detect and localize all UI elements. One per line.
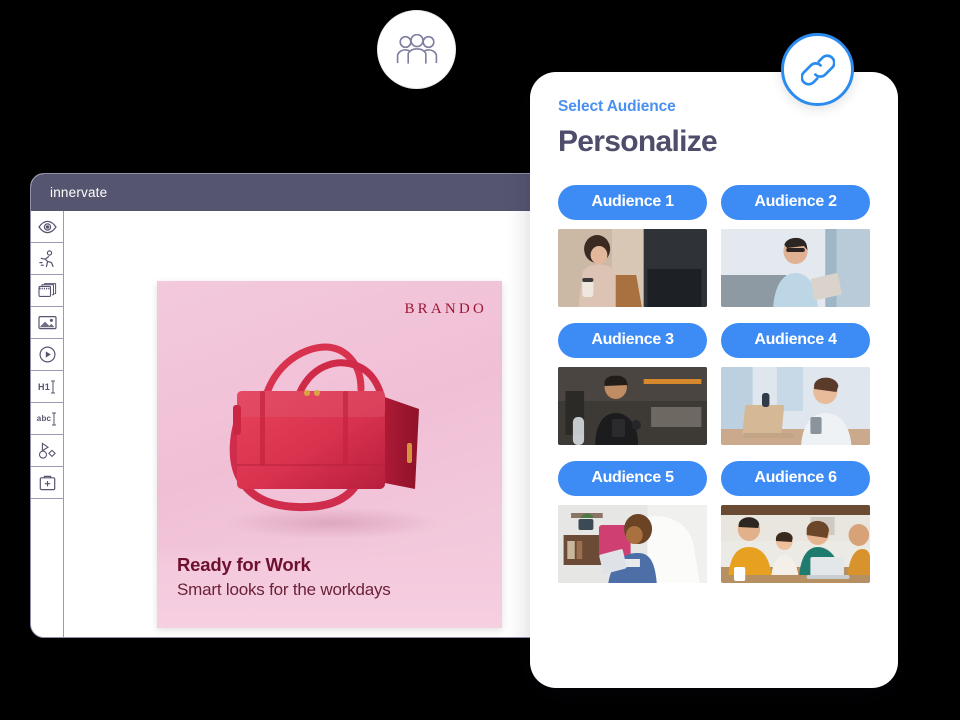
audience-cell: Audience 3 [558, 323, 707, 445]
audience-3-thumbnail[interactable] [558, 367, 707, 445]
audience-1-button[interactable]: Audience 1 [558, 185, 707, 220]
audience-2-button[interactable]: Audience 2 [721, 185, 870, 220]
add-element-icon[interactable] [31, 467, 63, 499]
editor-titlebar: innervate [31, 174, 589, 211]
screen: innervate H1 abc BRANDO Ready for Work S… [0, 0, 960, 720]
video-play-icon[interactable] [31, 339, 63, 371]
body-text-icon[interactable]: abc [31, 403, 63, 435]
preview-eye-icon[interactable] [31, 211, 63, 243]
slides-icon[interactable] [31, 275, 63, 307]
audience-6-thumbnail[interactable] [721, 505, 870, 583]
audience-4-button[interactable]: Audience 4 [721, 323, 870, 358]
audience-1-thumbnail[interactable] [558, 229, 707, 307]
creative-caption: Ready for Work Smart looks for the workd… [157, 545, 502, 628]
body-text-label: abc [36, 414, 52, 423]
ad-creative[interactable]: BRANDO Ready for Work Smart looks for th… [157, 281, 502, 628]
creative-headline: Ready for Work [177, 554, 311, 575]
brand-logo: BRANDO [404, 301, 487, 317]
audience-5-thumbnail[interactable] [558, 505, 707, 583]
panel-title: Personalize [558, 125, 718, 158]
heading-text-icon[interactable]: H1 [31, 371, 63, 403]
image-icon[interactable] [31, 307, 63, 339]
audience-cell: Audience 2 [721, 185, 870, 307]
app-title: innervate [50, 185, 108, 200]
product-image [157, 323, 502, 548]
editor-body: H1 abc BRANDO Ready for Work Smart looks… [31, 211, 589, 637]
creative-subhead: Smart looks for the workdays [177, 580, 391, 599]
shapes-icon[interactable] [31, 435, 63, 467]
heading-text-label: H1 [38, 381, 50, 392]
audience-cell: Audience 6 [721, 461, 870, 583]
editor-window: innervate H1 abc BRANDO Ready for Work S… [30, 173, 590, 638]
audience-5-button[interactable]: Audience 5 [558, 461, 707, 496]
animation-runner-icon[interactable] [31, 243, 63, 275]
audience-cell: Audience 1 [558, 185, 707, 307]
audience-grid: Audience 1 Audience 2 Audience 3 Audienc… [558, 185, 870, 583]
editor-toolbar: H1 abc [31, 211, 64, 637]
audience-cell: Audience 5 [558, 461, 707, 583]
audience-2-thumbnail[interactable] [721, 229, 870, 307]
audience-4-thumbnail[interactable] [721, 367, 870, 445]
link-chain-badge[interactable] [781, 33, 854, 106]
editor-canvas[interactable]: BRANDO Ready for Work Smart looks for th… [64, 211, 589, 637]
audience-6-button[interactable]: Audience 6 [721, 461, 870, 496]
audience-3-button[interactable]: Audience 3 [558, 323, 707, 358]
personalize-panel: Select Audience Personalize Audience 1 A… [530, 72, 898, 688]
people-group-badge[interactable] [377, 10, 456, 89]
audience-cell: Audience 4 [721, 323, 870, 445]
